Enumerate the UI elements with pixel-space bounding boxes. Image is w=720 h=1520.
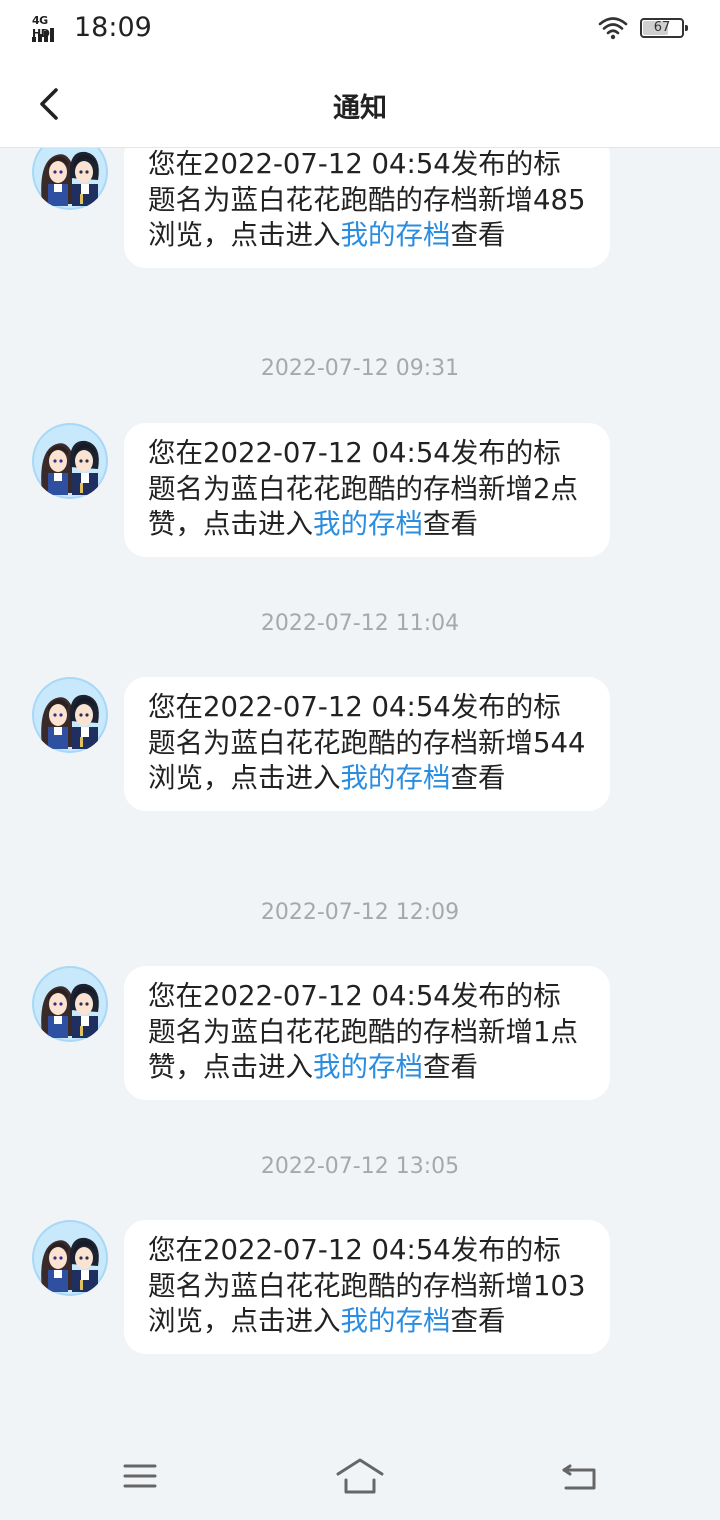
avatar[interactable] bbox=[32, 423, 108, 499]
battery-percentage: 67 bbox=[653, 20, 671, 35]
message-bubble: 您在2022-07-12 04:54发布的标题名为蓝白花花跑酷的存档新增485浏… bbox=[124, 148, 610, 268]
my-archive-link[interactable]: 我的存档 bbox=[341, 762, 451, 794]
message-bubble: 您在2022-07-12 04:54发布的标题名为蓝白花花跑酷的存档新增1点赞，… bbox=[124, 966, 610, 1100]
my-archive-link[interactable]: 我的存档 bbox=[313, 508, 423, 540]
my-archive-link[interactable]: 我的存档 bbox=[341, 219, 451, 251]
menu-button[interactable] bbox=[116, 1452, 164, 1500]
message-bubble: 您在2022-07-12 04:54发布的标题名为蓝白花花跑酷的存档新增103浏… bbox=[124, 1220, 610, 1354]
timestamp: 2022-07-12 13:05 bbox=[260, 1154, 460, 1179]
my-archive-link[interactable]: 我的存档 bbox=[313, 1051, 423, 1083]
message-text-suffix: 查看 bbox=[450, 762, 506, 794]
system-nav-bar bbox=[0, 1430, 720, 1520]
message-text-suffix: 查看 bbox=[450, 1305, 506, 1337]
message-text-suffix: 查看 bbox=[423, 1051, 478, 1083]
notification-list[interactable]: 您在2022-07-12 04:54发布的标题名为蓝白花花跑酷的存档新增485浏… bbox=[0, 148, 720, 1430]
timestamp: 2022-07-12 09:31 bbox=[260, 356, 460, 381]
system-back-button[interactable] bbox=[556, 1452, 604, 1500]
message-text-suffix: 查看 bbox=[423, 508, 478, 540]
menu-icon bbox=[123, 1464, 157, 1488]
status-time: 18:09 bbox=[74, 12, 152, 43]
timestamp: 2022-07-12 12:09 bbox=[260, 900, 460, 925]
app-header: 通知 bbox=[0, 60, 720, 148]
avatar[interactable] bbox=[32, 148, 108, 210]
timestamp: 2022-07-12 11:04 bbox=[260, 611, 460, 636]
home-icon bbox=[336, 1458, 384, 1494]
back-arrow-icon bbox=[562, 1464, 596, 1490]
wifi-icon bbox=[598, 16, 628, 40]
page-title: 通知 bbox=[333, 93, 387, 124]
my-archive-link[interactable]: 我的存档 bbox=[341, 1305, 451, 1337]
cellular-signal-icon: 4G HD bbox=[32, 14, 68, 42]
home-button[interactable] bbox=[334, 1452, 386, 1500]
message-text-suffix: 查看 bbox=[450, 219, 506, 251]
battery-icon: 67 bbox=[640, 18, 688, 38]
avatar[interactable] bbox=[32, 966, 108, 1042]
avatar[interactable] bbox=[32, 1220, 108, 1296]
message-bubble: 您在2022-07-12 04:54发布的标题名为蓝白花花跑酷的存档新增544浏… bbox=[124, 677, 610, 811]
message-bubble: 您在2022-07-12 04:54发布的标题名为蓝白花花跑酷的存档新增2点赞，… bbox=[124, 423, 610, 557]
status-bar: 4G HD 18:09 67 bbox=[0, 0, 720, 60]
avatar[interactable] bbox=[32, 677, 108, 753]
